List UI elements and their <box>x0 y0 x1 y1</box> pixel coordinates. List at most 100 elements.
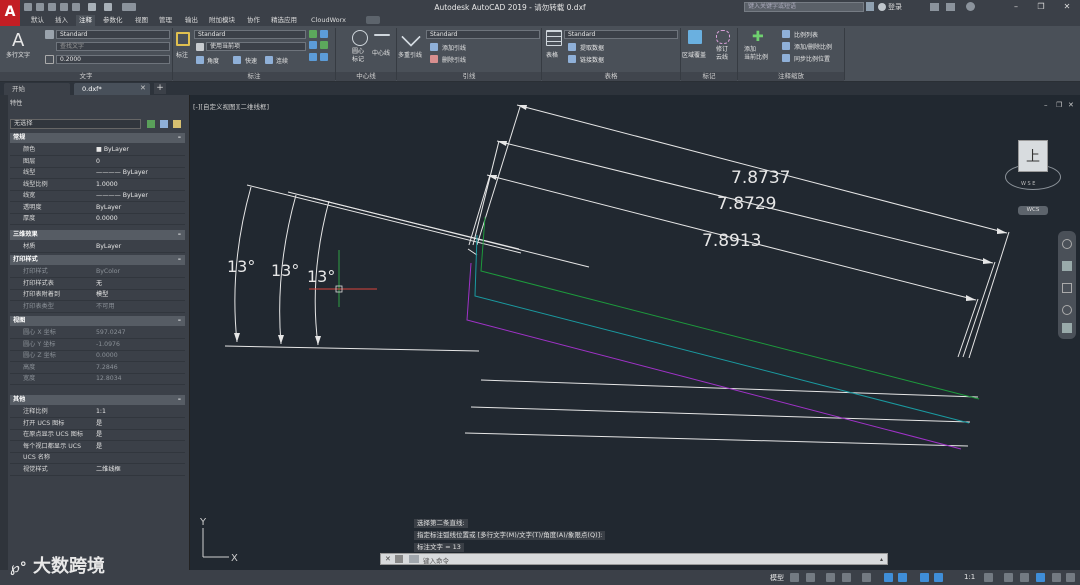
osnap-tracking-icon[interactable] <box>884 573 893 582</box>
ribbon-toggle-icon[interactable] <box>366 16 380 24</box>
grid-icon[interactable] <box>790 573 799 582</box>
property-value[interactable]: ByLayer <box>96 241 121 253</box>
markup-panel-title[interactable]: 标记 <box>681 72 737 81</box>
customize-icon[interactable] <box>1066 573 1075 582</box>
tab-collaborate[interactable]: 协作 <box>244 15 263 26</box>
revcloud-icon[interactable] <box>716 30 730 44</box>
command-dropdown-icon[interactable]: ▴ <box>880 556 883 563</box>
table-icon[interactable] <box>546 30 562 46</box>
property-row[interactable]: 圆心 Z 坐标 0.0000 <box>10 350 185 362</box>
print-icon[interactable] <box>72 3 80 11</box>
viewcube-top-face[interactable]: 上 <box>1018 140 1048 172</box>
help-icon[interactable] <box>966 2 975 11</box>
tab-annotate[interactable]: 注释 <box>76 15 95 26</box>
property-value[interactable]: ByLayer <box>96 202 121 214</box>
add-current-scale-button[interactable]: 添加 当前比例 <box>744 46 768 62</box>
mtext-icon[interactable]: A <box>12 30 24 51</box>
property-row[interactable]: 圆心 Y 坐标 -1.0976 <box>10 339 185 351</box>
tab-parametric[interactable]: 参数化 <box>100 15 126 26</box>
annotation-monitor-icon[interactable] <box>1004 573 1013 582</box>
search-icon[interactable] <box>866 2 874 11</box>
property-row[interactable]: 颜色 ■ ByLayer <box>10 144 185 156</box>
add-leader-button[interactable]: 添加引线 <box>442 43 466 52</box>
property-row[interactable]: 打印样式 ByColor <box>10 266 185 278</box>
remove-leader-icon[interactable] <box>430 55 438 63</box>
property-value[interactable]: ———— ByLayer <box>96 190 148 202</box>
angle-button[interactable]: 角度 <box>207 56 219 65</box>
property-value[interactable]: 0.0000 <box>96 350 118 362</box>
property-row[interactable]: 在原点显示 UCS 图标 是 <box>10 429 185 441</box>
scale-list-icon[interactable] <box>782 30 790 38</box>
property-value[interactable]: 是 <box>96 441 102 453</box>
user-icon[interactable] <box>878 3 886 11</box>
dim-panel-title[interactable]: 标注 <box>173 72 335 81</box>
property-row[interactable]: 图层 0 <box>10 156 185 168</box>
navigation-bar[interactable] <box>1058 231 1076 339</box>
drawing-canvas[interactable]: 7.8737 7.8729 7.8913 13° 13° 13° Y X <box>191 95 1080 570</box>
save-as-icon[interactable] <box>60 3 68 11</box>
property-value[interactable]: 1:1 <box>96 406 106 418</box>
close-command-icon[interactable]: ✕ <box>385 555 391 563</box>
tab-output[interactable]: 输出 <box>182 15 201 26</box>
leader-panel-title[interactable]: 引线 <box>397 72 541 81</box>
quick-dim-button[interactable]: 快速 <box>245 56 257 65</box>
text-panel-title[interactable]: 文字 <box>0 72 172 81</box>
text-style-select[interactable]: Standard <box>56 30 170 39</box>
share-icon[interactable] <box>122 3 136 11</box>
dim-tool-icon-1[interactable] <box>309 30 317 38</box>
annotation-visibility-icon[interactable] <box>920 573 929 582</box>
continue-dim-icon[interactable] <box>265 56 273 64</box>
link-data-button[interactable]: 链接数据 <box>580 55 604 64</box>
recent-commands-icon[interactable] <box>409 555 419 563</box>
scale-panel-title[interactable]: 注释缩放 <box>738 72 844 81</box>
quick-select-icon[interactable] <box>173 120 181 128</box>
wipeout-button[interactable]: 区域覆盖 <box>682 50 706 59</box>
steering-wheel-icon[interactable] <box>1062 239 1072 249</box>
property-row[interactable]: 宽度 12.8034 <box>10 373 185 385</box>
minimize-button[interactable]: – <box>1005 0 1027 14</box>
extract-data-button[interactable]: 提取数据 <box>580 43 604 52</box>
add-leader-icon[interactable] <box>430 43 438 51</box>
property-row[interactable]: 视觉样式 二维线框 <box>10 464 185 476</box>
property-value[interactable]: 0.0000 <box>96 213 118 225</box>
table-button[interactable]: 表格 <box>546 50 558 59</box>
search-input[interactable]: 键入关键字或短语 <box>744 2 864 12</box>
dim-tool-icon-2[interactable] <box>320 30 328 38</box>
leader-style-select[interactable]: Standard <box>426 30 540 39</box>
snap-icon[interactable] <box>806 573 815 582</box>
link-data-icon[interactable] <box>568 55 576 63</box>
property-row[interactable]: 注释比例 1:1 <box>10 406 185 418</box>
property-value[interactable]: 1.0000 <box>96 179 118 191</box>
collapse-icon[interactable]: – <box>178 395 181 405</box>
workspace-gear-icon[interactable] <box>984 573 993 582</box>
center-mark-button[interactable]: 圆心 标记 <box>352 48 364 64</box>
collapse-icon[interactable]: – <box>178 230 181 240</box>
add-delete-scale-icon[interactable] <box>782 42 790 50</box>
new-file-icon[interactable] <box>24 3 32 11</box>
showmotion-icon[interactable] <box>1062 323 1072 333</box>
dimension-icon[interactable] <box>176 32 190 46</box>
isodraft-icon[interactable] <box>862 573 871 582</box>
ortho-icon[interactable] <box>826 573 835 582</box>
scale-list-button[interactable]: 比例列表 <box>794 30 818 39</box>
restore-button[interactable]: ❐ <box>1030 0 1052 14</box>
quick-dim-icon[interactable] <box>233 56 241 64</box>
property-row[interactable]: 线型 ———— ByLayer <box>10 167 185 179</box>
osnap-icon[interactable] <box>898 573 907 582</box>
multileader-icon[interactable] <box>401 27 421 47</box>
tab-view[interactable]: 视图 <box>132 15 151 26</box>
file-tab-drawing[interactable]: 0.dxf* <box>74 83 150 95</box>
customize-command-icon[interactable] <box>395 555 403 563</box>
wipeout-icon[interactable] <box>688 30 702 44</box>
collapse-icon[interactable]: – <box>178 133 181 143</box>
auto-scale-icon[interactable] <box>934 573 943 582</box>
tab-addins[interactable]: 附加模块 <box>206 15 238 26</box>
sync-scale-icon[interactable] <box>782 54 790 62</box>
cart-icon[interactable] <box>930 3 939 11</box>
text-height-select[interactable]: 0.2000 <box>56 55 170 64</box>
orbit-icon[interactable] <box>1062 305 1072 315</box>
property-value[interactable]: 12.8034 <box>96 373 122 385</box>
add-current-scale-icon[interactable]: ✚ <box>752 30 766 44</box>
property-value[interactable]: ■ ByLayer <box>96 144 129 156</box>
property-row[interactable]: 打印表类型 不可用 <box>10 301 185 313</box>
